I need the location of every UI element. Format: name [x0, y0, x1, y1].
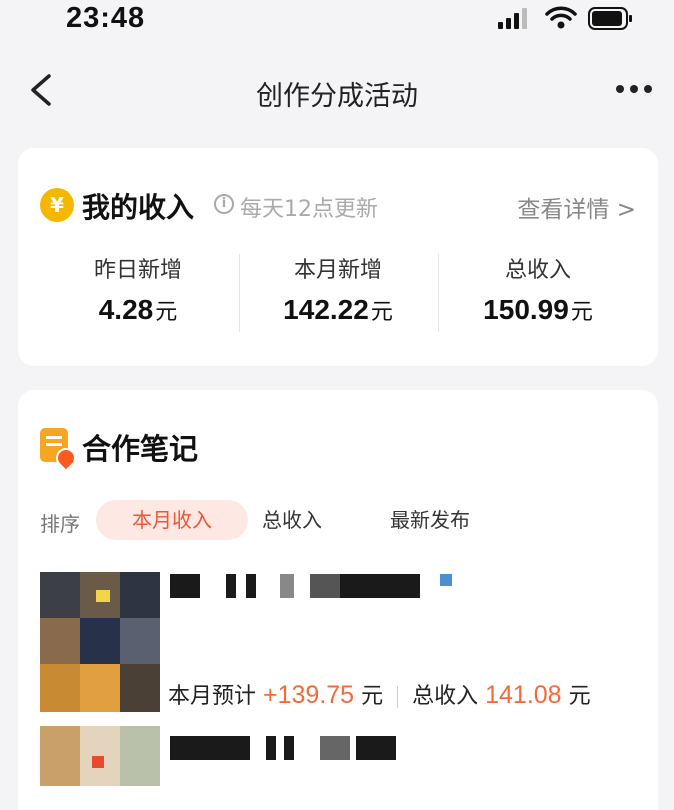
stat-value: 150.99元	[438, 294, 638, 326]
stat-value: 4.28元	[38, 294, 238, 326]
income-card: ¥ 我的收入 i 每天12点更新 查看详情 > 昨日新增 4.28元 本月新增 …	[18, 148, 658, 366]
stat-yesterday: 昨日新增 4.28元	[38, 252, 238, 326]
note-income-row: 本月预计 +139.75 元 总收入 141.08 元	[168, 678, 591, 710]
note-title-redacted[interactable]	[170, 574, 460, 598]
month-estimate-value: +139.75	[263, 681, 355, 709]
total-income-label: 总收入	[412, 684, 479, 709]
sort-label: 排序	[40, 512, 80, 536]
stat-value: 142.22元	[238, 294, 438, 326]
month-estimate-label: 本月预计	[168, 684, 257, 709]
income-title: 我的收入	[82, 191, 195, 224]
tab-total-income[interactable]: 总收入	[262, 500, 322, 540]
note-thumbnail[interactable]	[40, 726, 160, 786]
update-note: 每天12点更新	[240, 197, 378, 222]
stat-unit: 元	[570, 299, 593, 324]
note-title-redacted[interactable]	[170, 736, 430, 760]
stat-amount: 150.99	[483, 294, 569, 325]
wifi-icon	[545, 6, 577, 29]
navigation-bar: 创作分成活动	[0, 60, 674, 120]
note-thumbnail[interactable]	[40, 572, 160, 712]
battery-icon	[588, 7, 632, 30]
notes-title: 合作笔记	[82, 432, 199, 466]
stat-unit: 元	[370, 299, 393, 324]
coin-icon: ¥	[40, 188, 74, 222]
status-bar: 23:48	[0, 0, 674, 44]
stat-this-month: 本月新增 142.22元	[238, 252, 438, 326]
stat-unit: 元	[155, 299, 178, 324]
signal-icon	[498, 8, 527, 29]
info-icon[interactable]: i	[214, 194, 234, 214]
more-icon[interactable]	[612, 74, 656, 104]
divider	[397, 686, 399, 708]
view-details-link[interactable]: 查看详情 >	[517, 190, 636, 224]
stat-amount: 142.22	[283, 294, 369, 325]
stat-label: 本月新增	[293, 258, 382, 283]
stat-amount: 4.28	[98, 294, 154, 325]
tab-month-income[interactable]: 本月收入	[96, 500, 248, 540]
stat-total: 总收入 150.99元	[438, 252, 638, 326]
stat-label: 总收入	[504, 258, 571, 283]
month-estimate-unit: 元	[361, 684, 384, 709]
total-income-value: 141.08	[485, 681, 562, 709]
total-income-unit: 元	[568, 684, 591, 709]
status-time: 23:48	[66, 2, 146, 34]
stat-label: 昨日新增	[93, 258, 182, 283]
collab-notes-card: 合作笔记 排序 本月收入 总收入 最新发布 本月预计 +139.75 元 总收入 …	[18, 390, 658, 810]
page-title: 创作分成活动	[256, 81, 418, 112]
tab-latest[interactable]: 最新发布	[390, 500, 470, 540]
